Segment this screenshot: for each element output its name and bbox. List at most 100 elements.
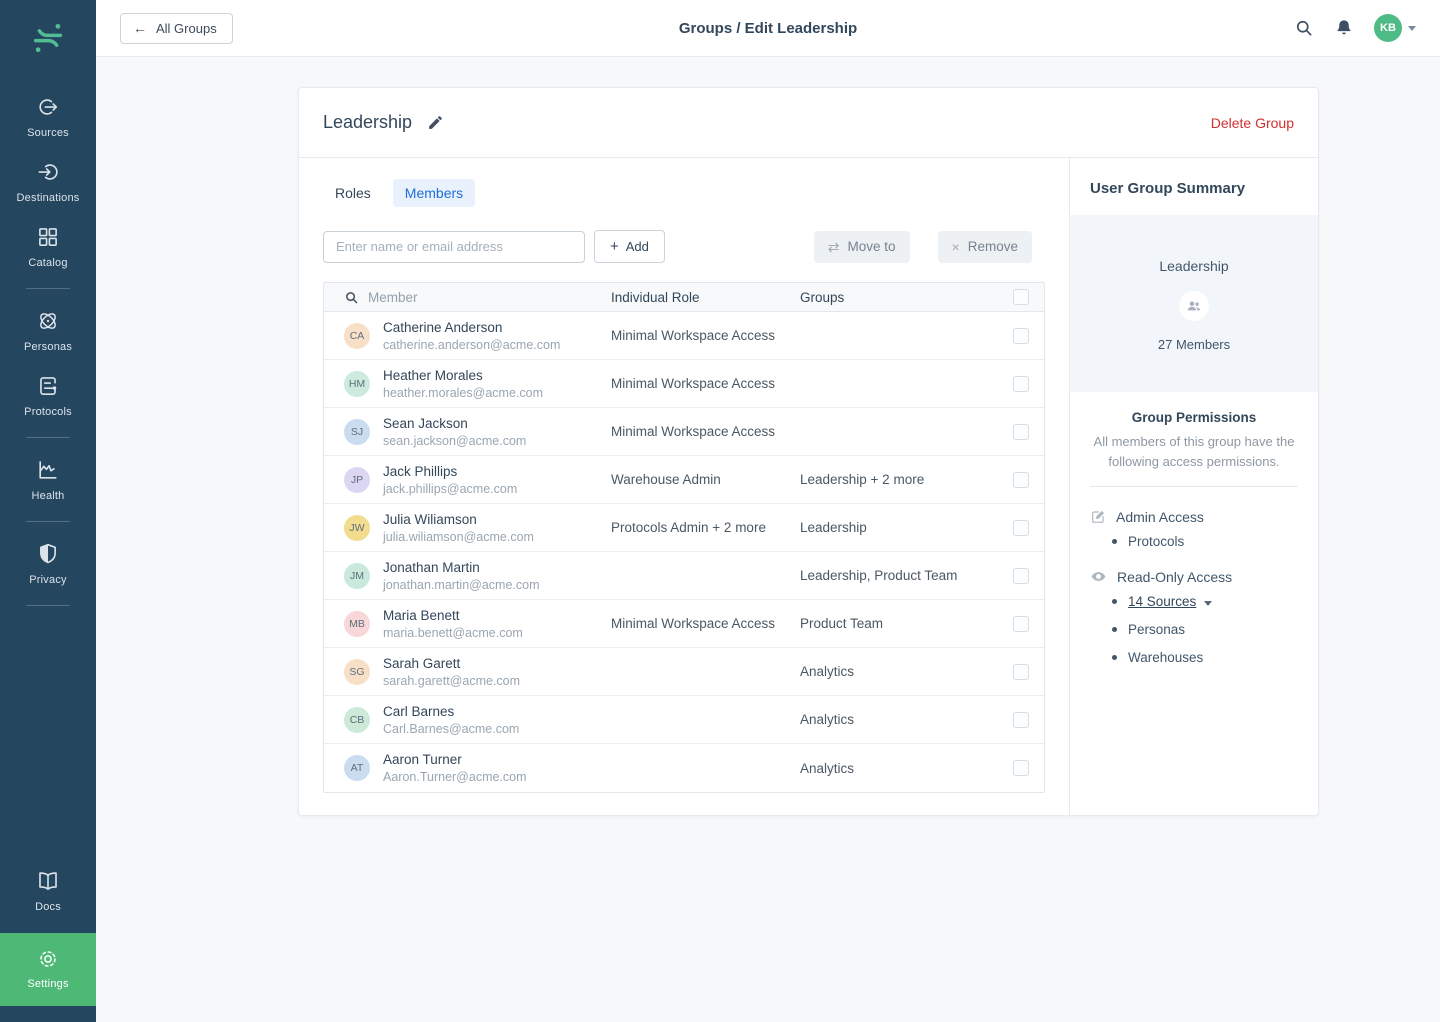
sidebar-item-sources[interactable]: Sources bbox=[0, 84, 96, 149]
sidebar-item-label: Sources bbox=[27, 127, 69, 139]
avatar: CA bbox=[344, 323, 370, 349]
sidebar-divider bbox=[26, 605, 70, 606]
eye-icon bbox=[1090, 568, 1107, 585]
move-to-label: Move to bbox=[848, 239, 896, 254]
select-all-checkbox[interactable] bbox=[1013, 289, 1029, 305]
sidebar-item-health[interactable]: Health bbox=[0, 447, 96, 512]
summary-group-name: Leadership bbox=[1080, 258, 1308, 274]
admin-access-item: Protocols bbox=[1090, 534, 1298, 549]
sources-count-link[interactable]: 14 Sources bbox=[1128, 594, 1196, 609]
member-search-input[interactable] bbox=[323, 231, 585, 263]
member-email: jack.phillips@acme.com bbox=[383, 482, 517, 496]
column-groups: Groups bbox=[800, 290, 998, 305]
health-icon bbox=[35, 457, 61, 483]
column-member: Member bbox=[368, 290, 418, 305]
summary-title: User Group Summary bbox=[1070, 158, 1318, 215]
row-checkbox[interactable] bbox=[1013, 712, 1029, 728]
row-checkbox[interactable] bbox=[1013, 376, 1029, 392]
row-checkbox[interactable] bbox=[1013, 520, 1029, 536]
member-groups: Analytics bbox=[800, 712, 998, 727]
member-groups: Analytics bbox=[800, 664, 998, 679]
readonly-access-item: Personas bbox=[1090, 622, 1298, 637]
tab-roles[interactable]: Roles bbox=[323, 179, 383, 207]
sidebar-item-label: Destinations bbox=[17, 192, 80, 204]
member-role: Protocols Admin + 2 more bbox=[611, 520, 800, 535]
members-toolbar: + Add ⇄ Move to × Remove bbox=[323, 230, 1045, 263]
sidebar-item-label: Docs bbox=[35, 901, 61, 913]
avatar: SJ bbox=[344, 419, 370, 445]
group-name-title: Leadership bbox=[323, 112, 412, 133]
member-email: jonathan.martin@acme.com bbox=[383, 578, 540, 592]
member-email: heather.morales@acme.com bbox=[383, 386, 543, 400]
readonly-access-list: 14 Sources Personas Warehouses bbox=[1090, 594, 1298, 665]
row-checkbox[interactable] bbox=[1013, 424, 1029, 440]
row-checkbox[interactable] bbox=[1013, 760, 1029, 776]
remove-button[interactable]: × Remove bbox=[938, 231, 1032, 263]
member-name: Jack Phillips bbox=[383, 464, 517, 479]
sources-icon bbox=[35, 94, 61, 120]
table-row: CACatherine Andersoncatherine.anderson@a… bbox=[324, 312, 1044, 360]
member-role: Warehouse Admin bbox=[611, 472, 800, 487]
tab-members[interactable]: Members bbox=[393, 179, 475, 207]
member-role: Minimal Workspace Access bbox=[611, 376, 800, 391]
group-permissions: Group Permissions All members of this gr… bbox=[1070, 392, 1318, 704]
member-email: Aaron.Turner@acme.com bbox=[383, 770, 527, 784]
pencil-icon bbox=[427, 114, 444, 131]
member-role: Minimal Workspace Access bbox=[611, 424, 800, 439]
sidebar-item-label: Personas bbox=[24, 341, 72, 353]
summary-block: Leadership 27 Members bbox=[1070, 215, 1318, 392]
chevron-down-icon bbox=[1204, 601, 1212, 606]
sidebar-item-personas[interactable]: Personas bbox=[0, 298, 96, 363]
readonly-access-item: Warehouses bbox=[1090, 650, 1298, 665]
avatar: MB bbox=[344, 611, 370, 637]
chevron-down-icon bbox=[1408, 26, 1416, 31]
table-row: CBCarl BarnesCarl.Barnes@acme.com Analyt… bbox=[324, 696, 1044, 744]
add-member-button[interactable]: + Add bbox=[594, 230, 665, 263]
search-icon[interactable] bbox=[1294, 18, 1314, 38]
readonly-access-row: Read-Only Access bbox=[1090, 568, 1298, 585]
avatar: AT bbox=[344, 755, 370, 781]
member-groups: Leadership, Product Team bbox=[800, 568, 998, 583]
edit-group-name-button[interactable] bbox=[427, 114, 444, 131]
member-name: Carl Barnes bbox=[383, 704, 519, 719]
permissions-description: All members of this group have the follo… bbox=[1090, 432, 1298, 471]
member-name: Sean Jackson bbox=[383, 416, 526, 431]
edit-icon bbox=[1090, 509, 1106, 525]
table-row: SGSarah Garettsarah.garett@acme.com Anal… bbox=[324, 648, 1044, 696]
member-name: Julia Wiliamson bbox=[383, 512, 534, 527]
row-checkbox[interactable] bbox=[1013, 472, 1029, 488]
docs-icon bbox=[35, 868, 61, 894]
sidebar-item-destinations[interactable]: Destinations bbox=[0, 149, 96, 214]
member-name: Sarah Garett bbox=[383, 656, 520, 671]
delete-group-button[interactable]: Delete Group bbox=[1211, 115, 1294, 131]
settings-icon bbox=[36, 947, 60, 971]
notifications-bell-icon[interactable] bbox=[1334, 18, 1354, 38]
sidebar-item-label: Catalog bbox=[28, 257, 67, 269]
member-role: Minimal Workspace Access bbox=[611, 616, 800, 631]
row-checkbox[interactable] bbox=[1013, 328, 1029, 344]
card-header: Leadership Delete Group bbox=[299, 88, 1318, 158]
member-role: Minimal Workspace Access bbox=[611, 328, 800, 343]
sidebar-item-label: Health bbox=[32, 490, 65, 502]
row-checkbox[interactable] bbox=[1013, 664, 1029, 680]
avatar: CB bbox=[344, 707, 370, 733]
row-checkbox[interactable] bbox=[1013, 616, 1029, 632]
avatar: JW bbox=[344, 515, 370, 541]
segment-logo-icon bbox=[30, 20, 66, 56]
table-row: MBMaria Benettmaria.benett@acme.com Mini… bbox=[324, 600, 1044, 648]
all-groups-back-button[interactable]: ← All Groups bbox=[120, 13, 233, 44]
group-members-icon bbox=[1179, 291, 1209, 321]
user-menu-button[interactable]: KB bbox=[1374, 14, 1416, 42]
member-name: Aaron Turner bbox=[383, 752, 527, 767]
sidebar-divider bbox=[26, 288, 70, 289]
table-row: ATAaron TurnerAaron.Turner@acme.com Anal… bbox=[324, 744, 1044, 792]
sidebar-item-protocols[interactable]: Protocols bbox=[0, 363, 96, 428]
sidebar-item-privacy[interactable]: Privacy bbox=[0, 531, 96, 596]
move-to-button[interactable]: ⇄ Move to bbox=[814, 231, 910, 263]
row-checkbox[interactable] bbox=[1013, 568, 1029, 584]
column-individual-role: Individual Role bbox=[611, 290, 800, 305]
sidebar-item-docs[interactable]: Docs bbox=[0, 858, 96, 923]
sidebar-item-catalog[interactable]: Catalog bbox=[0, 214, 96, 279]
sidebar-divider bbox=[26, 521, 70, 522]
sidebar-item-settings[interactable]: Settings bbox=[0, 933, 96, 1006]
